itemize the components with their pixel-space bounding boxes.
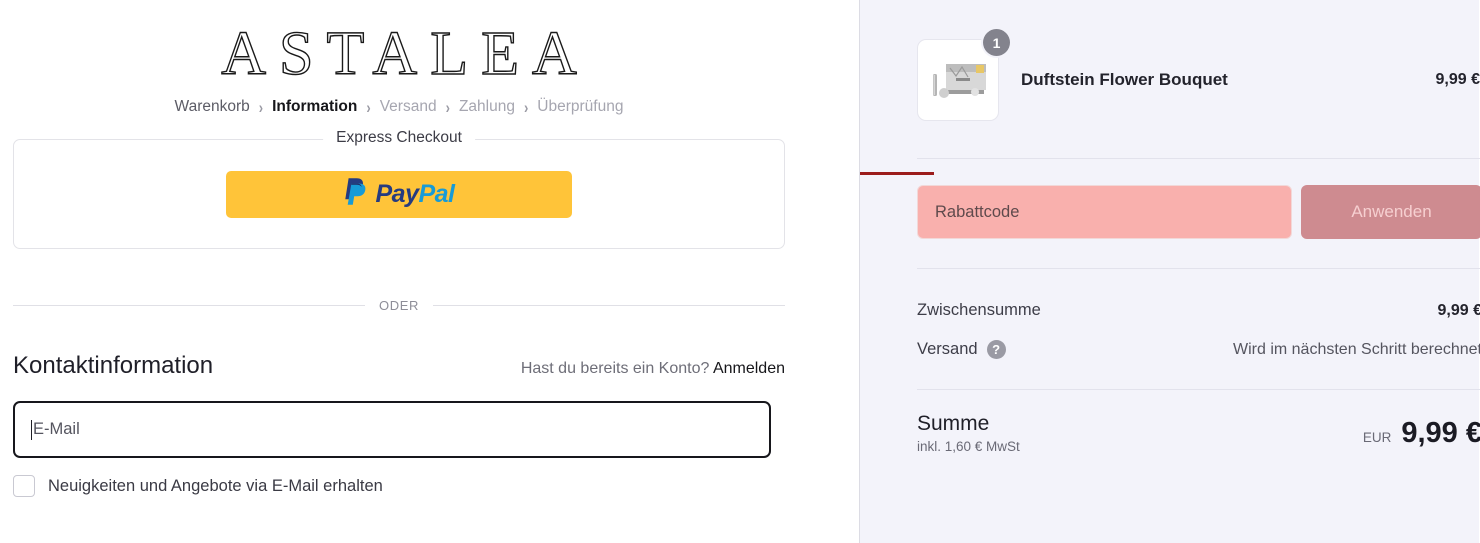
grand-total-row: Summe inkl. 1,60 € MwSt EUR 9,99 € — [917, 390, 1480, 454]
help-icon[interactable]: ? — [986, 340, 1006, 359]
discount-code-input[interactable]: Rabattcode — [917, 185, 1292, 239]
currency-code: EUR — [1362, 429, 1392, 445]
newsletter-checkbox[interactable] — [13, 475, 35, 497]
or-divider-label: ODER — [379, 297, 419, 313]
login-link[interactable]: Anmelden — [713, 360, 785, 377]
order-line-item: 1 Duftstein Flower Bouquet 9,99 € — [917, 0, 1480, 158]
divider-line-left — [13, 304, 366, 306]
grand-total-amount: 9,99 € — [1401, 416, 1480, 449]
totals-section: Zwischensumme 9,99 € Versand ? Wird im n… — [917, 269, 1480, 389]
newsletter-label: Neuigkeiten und Angebote via E-Mail erha… — [48, 476, 383, 495]
existing-account-question: Hast du bereits ein Konto? — [520, 360, 710, 377]
breadcrumb-item-shipping[interactable]: Versand — [380, 98, 437, 116]
paypal-word-pay: Pay — [375, 179, 419, 208]
discount-section: Rabattcode Anwenden — [860, 159, 1480, 268]
product-image — [926, 54, 990, 106]
highlight-marker — [860, 172, 934, 175]
express-checkout-legend: Express Checkout — [323, 129, 475, 147]
subtotal-value: 9,99 € — [1437, 301, 1480, 319]
shipping-value: Wird im nächsten Schritt berechnet — [1233, 340, 1480, 358]
breadcrumb-item-review[interactable]: Überprüfung — [537, 98, 623, 116]
express-checkout-section: Express Checkout PayPal — [13, 129, 785, 249]
subtotal-label: Zwischensumme — [917, 301, 1041, 319]
chevron-right-icon: › — [258, 97, 264, 117]
order-summary-panel: 1 Duftstein Flower Bouquet 9,99 € Rabatt… — [860, 0, 1480, 543]
divider-line-right — [432, 304, 785, 306]
breadcrumb-item-information[interactable]: Information — [272, 98, 357, 116]
checkout-main-column: ASTALEA Warenkorb › Information › Versan… — [0, 0, 860, 543]
subtotal-row: Zwischensumme 9,99 € — [917, 291, 1480, 330]
quantity-badge: 1 — [983, 29, 1010, 56]
or-divider: ODER — [13, 296, 785, 314]
contact-header: Kontaktinformation Hast du bereits ein K… — [13, 352, 785, 384]
product-name: Duftstein Flower Bouquet — [1021, 70, 1228, 89]
checkout-page: ASTALEA Warenkorb › Information › Versan… — [0, 0, 1480, 543]
page-title: Kontaktinformation — [13, 352, 214, 379]
tax-note: inkl. 1,60 € MwSt — [917, 439, 1020, 454]
paypal-logo-icon — [343, 177, 369, 212]
shipping-row: Versand ? Wird im nächsten Schritt berec… — [917, 330, 1480, 369]
product-thumbnail-wrapper: 1 — [917, 29, 1010, 121]
paypal-button[interactable]: PayPal — [226, 170, 572, 218]
chevron-right-icon: › — [366, 97, 371, 117]
store-logo[interactable]: ASTALEA — [13, 6, 785, 92]
existing-account-note: Hast du bereits ein Konto? Anmelden — [521, 360, 785, 378]
product-price: 9,99 € — [1435, 71, 1480, 88]
shipping-label-wrapper: Versand ? — [917, 340, 1006, 359]
email-field[interactable]: E-Mail — [13, 401, 771, 458]
chevron-right-icon: › — [523, 97, 529, 117]
newsletter-opt-in[interactable]: Neuigkeiten und Angebote via E-Mail erha… — [13, 475, 785, 497]
store-logo-text: ASTALEA — [221, 19, 590, 88]
apply-discount-button[interactable]: Anwenden — [1301, 185, 1480, 239]
chevron-right-icon: › — [445, 97, 450, 117]
text-cursor — [31, 419, 32, 440]
shipping-label: Versand — [917, 340, 978, 358]
discount-code-placeholder: Rabattcode — [935, 202, 1020, 221]
breadcrumb-item-payment[interactable]: Zahlung — [459, 98, 515, 116]
paypal-word-pal: Pal — [418, 179, 455, 208]
breadcrumb-item-cart[interactable]: Warenkorb — [175, 98, 250, 116]
grand-total-label: Summe — [917, 412, 990, 435]
breadcrumb: Warenkorb › Information › Versand › Zahl… — [13, 94, 785, 120]
email-placeholder: E-Mail — [33, 420, 80, 438]
